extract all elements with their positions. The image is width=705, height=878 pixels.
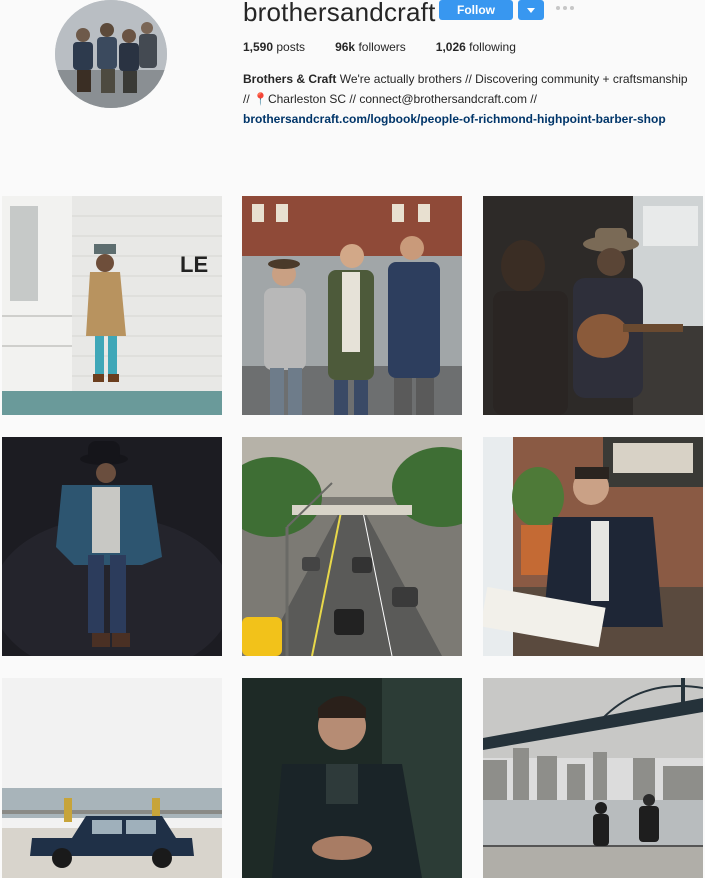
followers-label: followers — [358, 40, 406, 54]
post-image: LE — [2, 196, 222, 415]
posts-stat: 1,590 posts — [243, 40, 305, 54]
profile-avatar[interactable] — [55, 0, 167, 108]
post-image — [483, 196, 703, 415]
followers-count: 96k — [335, 40, 356, 54]
post-tile[interactable] — [242, 678, 462, 878]
bio-prefix: // — [243, 92, 254, 106]
post-image — [483, 437, 703, 656]
followers-stat[interactable]: 96k followers — [335, 40, 406, 54]
following-stat[interactable]: 1,026 following — [436, 40, 516, 54]
avatar-photo — [55, 0, 167, 108]
bio-line-2: // 📍Charleston SC // connect@brothersand… — [243, 89, 703, 109]
suggestions-dropdown-button[interactable] — [518, 0, 544, 20]
svg-text:LE: LE — [180, 252, 208, 277]
bio-display-name: Brothers & Craft — [243, 72, 337, 86]
bio-text-2: Charleston SC // connect@brothersandcraf… — [267, 92, 537, 106]
bio-line-1: Brothers & Craft We're actually brothers… — [243, 69, 703, 89]
post-tile[interactable] — [242, 437, 462, 656]
post-image — [2, 437, 222, 656]
post-image — [242, 678, 462, 878]
posts-label: posts — [276, 40, 306, 54]
post-image — [242, 196, 462, 415]
post-image — [2, 678, 222, 878]
location-pin-icon: 📍 — [253, 92, 268, 106]
posts-count: 1,590 — [243, 40, 274, 54]
post-image — [242, 437, 462, 656]
post-tile[interactable] — [2, 678, 222, 878]
profile-username: brothersandcraft — [243, 0, 436, 27]
post-tile[interactable] — [242, 196, 462, 415]
post-tile[interactable] — [483, 678, 703, 878]
post-tile[interactable] — [2, 437, 222, 656]
profile-stats: 1,590 posts 96k followers 1,026 followin… — [243, 40, 546, 54]
post-tile[interactable] — [483, 437, 703, 656]
more-options-icon[interactable] — [556, 6, 574, 10]
follow-button[interactable]: Follow — [439, 0, 513, 20]
following-label: following — [469, 40, 516, 54]
following-count: 1,026 — [435, 40, 466, 54]
post-tile[interactable] — [483, 196, 703, 415]
profile-bio: Brothers & Craft We're actually brothers… — [243, 69, 703, 129]
post-tile[interactable]: LE — [2, 196, 222, 415]
bio-website-link[interactable]: brothersandcraft.com/logbook/people-of-r… — [243, 112, 666, 126]
bio-text-1: We're actually brothers // Discovering c… — [339, 72, 688, 86]
caret-down-icon — [527, 7, 535, 13]
post-image — [483, 678, 703, 878]
bio-line-3: brothersandcraft.com/logbook/people-of-r… — [243, 109, 703, 129]
